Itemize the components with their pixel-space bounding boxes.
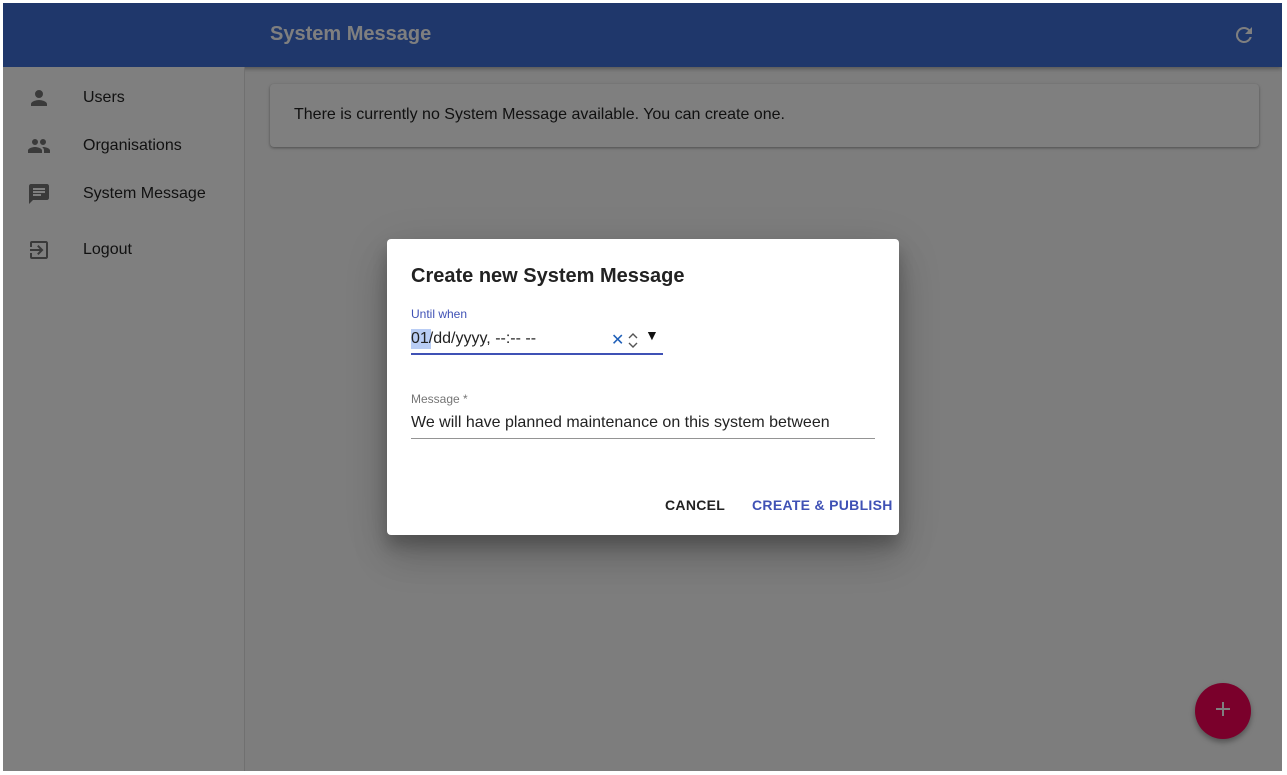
create-publish-button[interactable]: CREATE & PUBLISH (752, 497, 893, 513)
spinner-icon[interactable] (627, 329, 639, 351)
cancel-button[interactable]: CANCEL (665, 497, 725, 513)
message-label: Message * (411, 392, 468, 406)
clear-icon[interactable]: ✕ (611, 330, 624, 350)
create-system-message-dialog: Create new System Message Until when 01/… (387, 239, 899, 535)
message-value: We will have planned maintenance on this… (411, 414, 830, 431)
until-when-label: Until when (411, 307, 468, 321)
message-input[interactable]: We will have planned maintenance on this… (411, 409, 875, 439)
dropdown-arrow-icon[interactable]: ▼ (645, 327, 659, 343)
dialog-title: Create new System Message (411, 265, 685, 287)
until-when-value: 01/dd/yyyy, --:-- -- (411, 330, 537, 347)
app-frame: System Message Users Organisations Syste… (3, 3, 1282, 771)
until-when-input[interactable]: 01/dd/yyyy, --:-- -- ✕ ▼ (411, 325, 663, 355)
